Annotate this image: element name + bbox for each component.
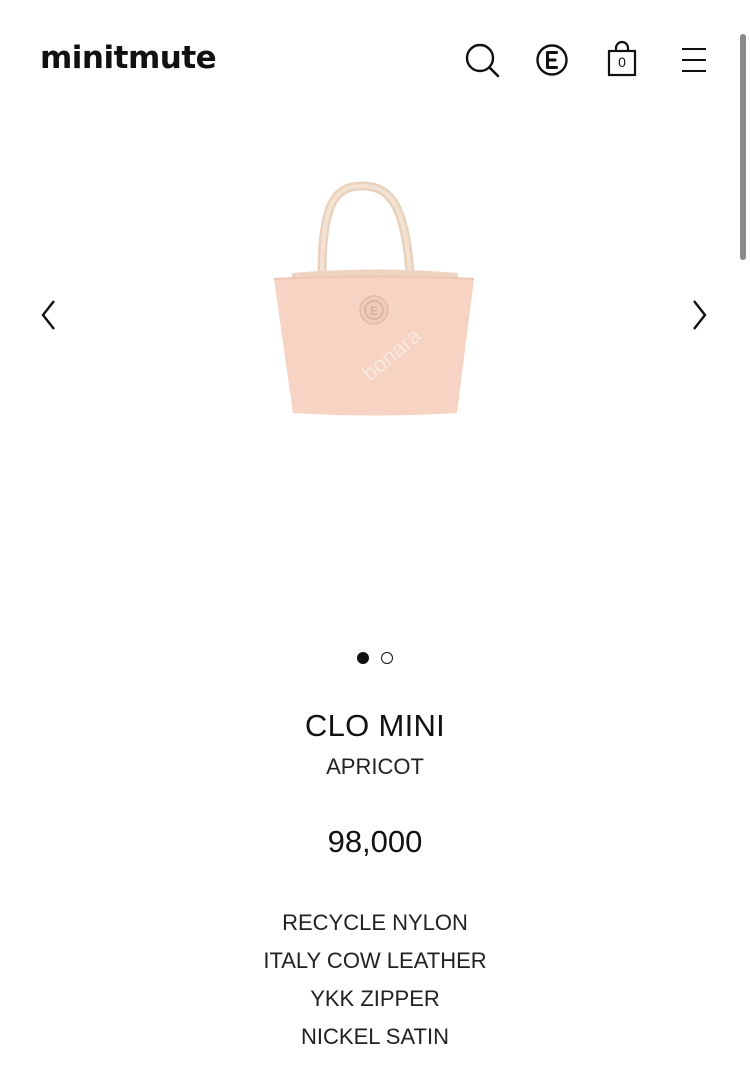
product-name: CLO MINI	[304, 708, 446, 743]
product-color: APRICOT	[326, 754, 424, 779]
product-features: RECYCLE NYLON ITALY COW LEATHER YKK ZIPP…	[0, 904, 750, 1056]
brand-e-button[interactable]	[532, 40, 572, 80]
feature-item: NICKEL SATIN	[301, 1024, 449, 1049]
carousel-dot-1[interactable]	[357, 652, 369, 664]
search-button[interactable]	[462, 40, 502, 80]
product-price: 98,000	[327, 824, 423, 859]
menu-button[interactable]	[674, 40, 714, 80]
svg-text:E: E	[370, 304, 378, 318]
carousel-prev-button[interactable]	[34, 295, 64, 335]
carousel-dot-2[interactable]	[381, 652, 393, 664]
product-image-carousel: E bonara	[0, 120, 750, 620]
feature-item: YKK ZIPPER	[310, 986, 440, 1011]
cart-button[interactable]: 0	[602, 40, 642, 80]
carousel-next-button[interactable]	[684, 295, 714, 335]
search-icon	[465, 43, 500, 78]
brand-logo[interactable]: minitmute	[40, 40, 217, 76]
site-header: minitmute 0	[0, 0, 750, 120]
feature-item: RECYCLE NYLON	[282, 910, 468, 935]
product-image: E bonara	[273, 181, 475, 416]
hamburger-menu-icon	[682, 48, 706, 72]
feature-item: ITALY COW LEATHER	[263, 948, 487, 973]
chevron-left-icon	[41, 300, 55, 330]
cart-count: 0	[618, 54, 626, 70]
product-info: CLO MINI APRICOT 98,000 RECYCLE NYLON IT…	[0, 700, 750, 1056]
e-circle-icon	[536, 44, 568, 76]
carousel-pagination	[0, 652, 750, 666]
chevron-right-icon	[693, 300, 707, 330]
